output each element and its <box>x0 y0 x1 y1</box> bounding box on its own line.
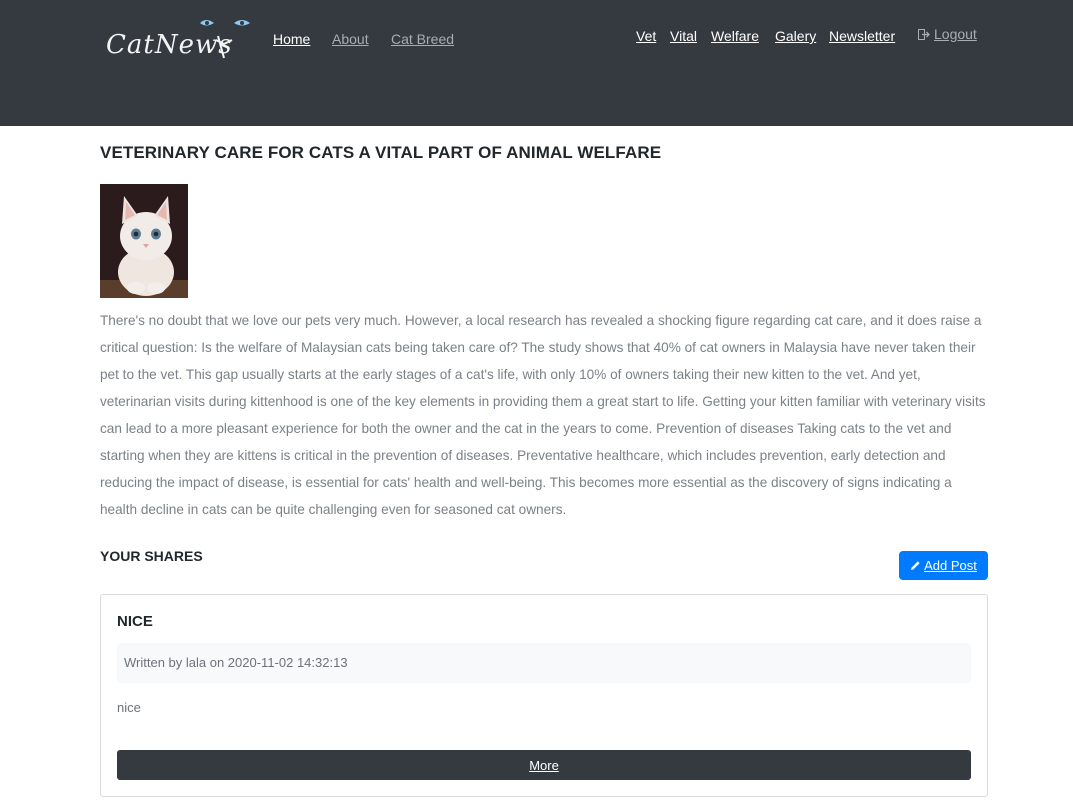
post-card: NICE Written by lala on 2020-11-02 14:32… <box>100 594 988 797</box>
post-title: NICE <box>117 613 153 630</box>
logout-icon <box>918 28 930 40</box>
top-navbar: CatNews Home About Cat Breed Vet Vital W… <box>0 0 1073 126</box>
nav-cat-breed[interactable]: Cat Breed <box>391 31 454 47</box>
nav-vital[interactable]: Vital <box>670 28 697 44</box>
more-button[interactable]: More <box>117 750 971 780</box>
article-image <box>100 184 188 298</box>
nav-newsletter[interactable]: Newsletter <box>829 28 895 44</box>
nav-vet[interactable]: Vet <box>636 28 656 44</box>
article-title: VETERINARY CARE FOR CATS A VITAL PART OF… <box>100 143 662 162</box>
article-body: There's no doubt that we love our pets v… <box>100 313 986 517</box>
shares-title: YOUR SHARES <box>100 548 203 564</box>
nav-welfare[interactable]: Welfare <box>711 28 759 44</box>
nav-about[interactable]: About <box>332 31 369 47</box>
nav-home[interactable]: Home <box>273 31 310 47</box>
post-meta: Written by lala on 2020-11-02 14:32:13 <box>117 643 971 683</box>
logout-link[interactable]: Logout <box>918 26 977 42</box>
brand-logo[interactable]: CatNews <box>106 16 256 64</box>
pencil-icon <box>911 561 920 570</box>
add-post-label: Add Post <box>924 558 977 573</box>
brand-name: CatNews <box>106 30 233 60</box>
kitten-image <box>100 184 188 298</box>
post-body: nice <box>117 700 141 715</box>
nav-galery[interactable]: Galery <box>775 28 816 44</box>
logout-label: Logout <box>934 26 977 42</box>
add-post-button[interactable]: Add Post <box>899 551 988 580</box>
